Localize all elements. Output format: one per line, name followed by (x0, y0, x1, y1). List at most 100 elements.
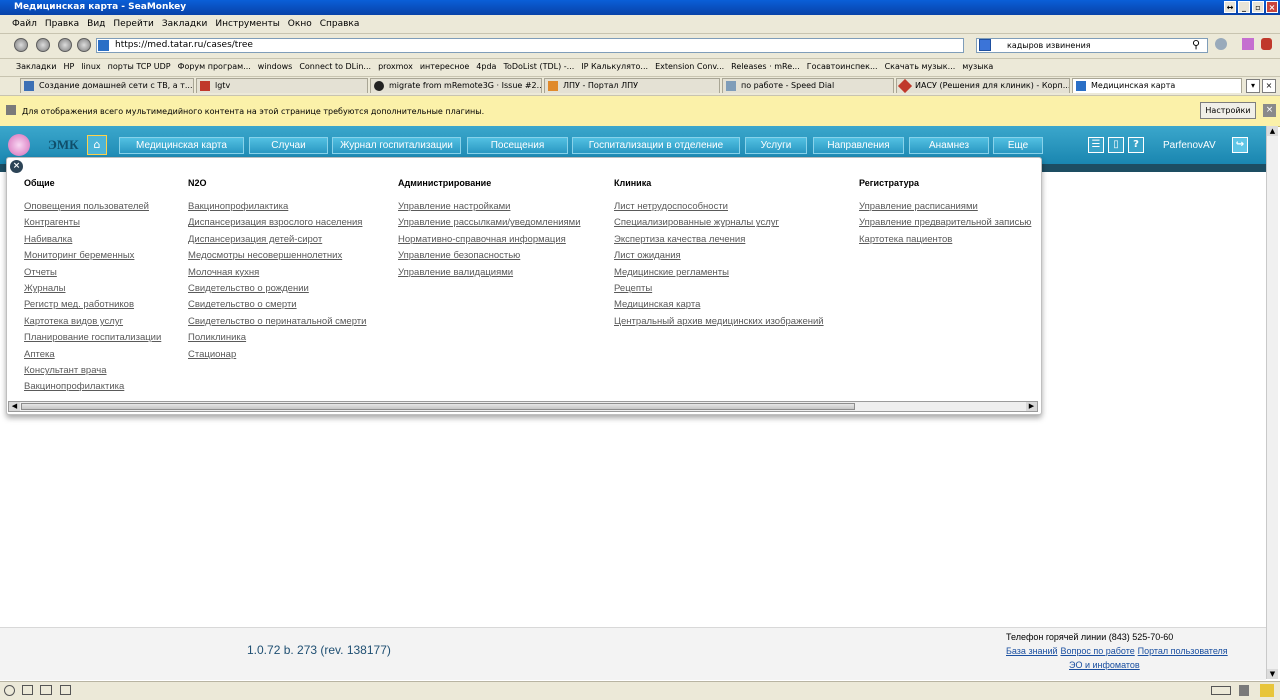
menu-link[interactable]: Центральный архив медицинских изображени… (614, 314, 824, 330)
bookmark-item[interactable]: Форум програм... (178, 62, 251, 71)
menu-link[interactable]: Медосмотры несовершеннолетних (188, 248, 366, 264)
menu-tools[interactable]: Инструменты (215, 19, 279, 29)
browser-tab[interactable]: migrate from mRemote3G · Issue #2... (370, 78, 542, 93)
close-icon[interactable]: × (10, 160, 23, 173)
bookmark-item[interactable]: 4pda (476, 62, 496, 71)
menu-link[interactable]: Аптека (24, 347, 161, 363)
menu-link[interactable]: Журналы (24, 281, 161, 297)
menu-link[interactable]: Экспертиза качества лечения (614, 232, 824, 248)
user-portal-link[interactable]: Портал пользователя (1138, 646, 1228, 656)
menu-link[interactable]: Контрагенты (24, 215, 161, 231)
search-engine-icon[interactable] (979, 39, 991, 51)
nav-visits[interactable]: Посещения (467, 137, 568, 154)
bookmark-item[interactable]: linux (81, 62, 100, 71)
browser-tab-active[interactable]: Медицинская карта (1072, 78, 1242, 93)
menu-link[interactable]: Специализированные журналы услуг (614, 215, 824, 231)
menu-link[interactable]: Рецепты (614, 281, 824, 297)
scroll-down-icon[interactable]: ▼ (1267, 669, 1278, 679)
menu-link[interactable]: Картотека пациентов (859, 232, 1039, 248)
bookmark-item[interactable]: HP (63, 62, 74, 71)
menu-link[interactable]: Лист нетрудоспособности (614, 199, 824, 215)
menu-link[interactable]: Вакцинопрофилактика (24, 379, 161, 395)
bookmark-item[interactable]: windows (258, 62, 293, 71)
composer-icon[interactable] (40, 685, 52, 695)
menu-link[interactable]: Лист ожидания (614, 248, 824, 264)
nav-more[interactable]: Еще (993, 137, 1043, 154)
scrollbar-thumb[interactable] (21, 403, 855, 410)
browser-tab[interactable]: ИАСУ (Решения для клиник) - Корп... (896, 78, 1070, 93)
bookmark-item[interactable]: ToDoList (TDL) -... (503, 62, 574, 71)
menu-link[interactable]: Оповещения пользователей (24, 199, 161, 215)
menu-view[interactable]: Вид (87, 19, 105, 29)
current-user[interactable]: ParfenovAV (1163, 140, 1216, 151)
bookmark-item[interactable]: IP Калькулято... (581, 62, 648, 71)
adblock-icon[interactable] (1261, 38, 1272, 50)
scroll-up-icon[interactable]: ▲ (1267, 126, 1278, 136)
menu-link[interactable]: Медицинская карта (614, 297, 824, 313)
home-icon[interactable]: ⌂ (87, 135, 107, 155)
nav-cases[interactable]: Случаи (249, 137, 328, 154)
menu-link[interactable]: Медицинские регламенты (614, 265, 824, 281)
bookmark-item[interactable]: Госавтоинспек... (807, 62, 878, 71)
menu-go[interactable]: Перейти (113, 19, 154, 29)
menu-bookmarks[interactable]: Закладки (162, 19, 208, 29)
url-input[interactable]: https://med.tatar.ru/cases/tree (96, 38, 964, 53)
menu-edit[interactable]: Правка (45, 19, 79, 29)
scroll-left-icon[interactable]: ◀ (9, 402, 20, 411)
list-icon[interactable]: ☰ (1088, 137, 1104, 153)
menu-link[interactable]: Нормативно-справочная информация (398, 232, 581, 248)
menu-link[interactable]: Молочная кухня (188, 265, 366, 281)
forward-button[interactable] (36, 38, 50, 52)
bookmark-item[interactable]: proxmox (378, 62, 413, 71)
menu-link[interactable]: Набивалка (24, 232, 161, 248)
addons-icon[interactable] (1242, 38, 1254, 50)
menu-link[interactable]: Планирование госпитализации (24, 330, 161, 346)
plugin-settings-button[interactable]: Настройки (1200, 102, 1256, 119)
document-icon[interactable]: ▯ (1108, 137, 1124, 153)
infomats-link[interactable]: ЭО и инфоматов (1069, 660, 1140, 670)
nav-services[interactable]: Услуги (745, 137, 807, 154)
restore-icon[interactable]: ↔ (1224, 1, 1236, 13)
menu-link[interactable]: Управление безопасностью (398, 248, 581, 264)
menu-file[interactable]: Файл (12, 19, 37, 29)
menu-link[interactable]: Свидетельство о рождении (188, 281, 366, 297)
profile-icon[interactable] (1215, 38, 1227, 50)
help-icon[interactable]: ? (1128, 137, 1144, 153)
address-book-icon[interactable] (60, 685, 71, 695)
nav-anamnesis[interactable]: Анамнез (909, 137, 989, 154)
menu-link[interactable]: Управление предварительной записью (859, 215, 1039, 231)
bookmark-item[interactable]: Extension Conv... (655, 62, 724, 71)
work-question-link[interactable]: Вопрос по работе (1060, 646, 1134, 656)
horizontal-scrollbar[interactable]: ◀ ▶ (8, 401, 1038, 412)
search-input[interactable]: кадыров извинения (976, 38, 1208, 53)
mail-icon[interactable] (22, 685, 33, 695)
tab-list-button[interactable]: ▾ (1246, 79, 1260, 93)
security-icon[interactable] (1260, 684, 1274, 697)
browser-tab[interactable]: ЛПУ - Портал ЛПУ (544, 78, 720, 93)
menu-link[interactable]: Свидетельство о смерти (188, 297, 366, 313)
menu-link[interactable]: Картотека видов услуг (24, 314, 161, 330)
menu-link[interactable]: Поликлиника (188, 330, 366, 346)
menu-link[interactable]: Управление рассылками/уведомлениями (398, 215, 581, 231)
logout-icon[interactable]: ↪ (1232, 137, 1248, 153)
bookmark-item[interactable]: музыка (962, 62, 993, 71)
scroll-right-icon[interactable]: ▶ (1026, 402, 1037, 411)
menu-link[interactable]: Мониторинг беременных (24, 248, 161, 264)
menu-link[interactable]: Консультант врача (24, 363, 161, 379)
bookmark-item[interactable]: Скачать музык... (885, 62, 956, 71)
bookmark-item[interactable]: порты TCP UDP (108, 62, 171, 71)
lock-icon[interactable] (1239, 685, 1249, 696)
menu-link[interactable]: Стационар (188, 347, 366, 363)
browser-tab[interactable]: Создание домашней сети с ТВ, а т... (20, 78, 194, 93)
menu-link[interactable]: Свидетельство о перинатальной смерти (188, 314, 366, 330)
knowledge-base-link[interactable]: База знаний (1006, 646, 1058, 656)
close-button[interactable]: × (1266, 1, 1278, 13)
reload-button[interactable] (58, 38, 72, 52)
bookmark-item[interactable]: Закладки (16, 62, 56, 71)
browser-tab[interactable]: по работе - Speed Dial (722, 78, 894, 93)
nav-hospitalization-journal[interactable]: Журнал госпитализации (332, 137, 461, 154)
bookmark-item[interactable]: Releases · mRe... (731, 62, 800, 71)
vertical-scrollbar[interactable]: ▲ ▼ (1266, 126, 1278, 679)
menu-link[interactable]: Управление валидациями (398, 265, 581, 281)
close-icon[interactable]: × (1263, 104, 1276, 117)
